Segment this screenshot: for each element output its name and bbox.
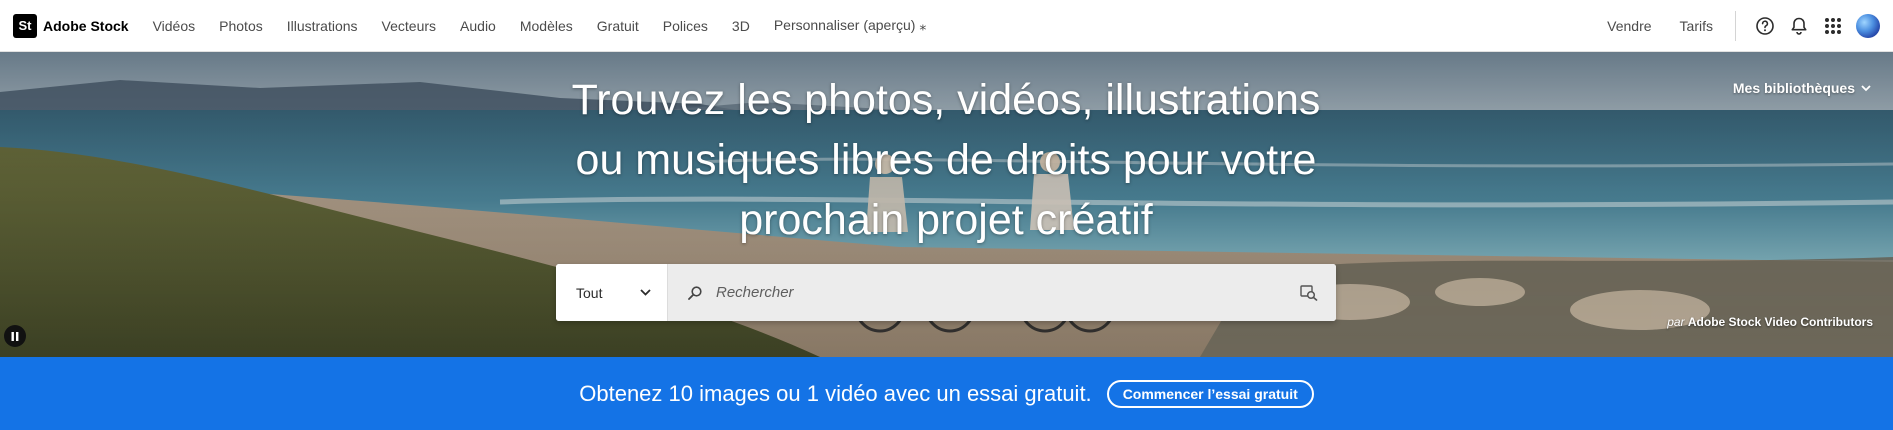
nav-item-vectors[interactable]: Vecteurs <box>382 18 436 34</box>
credit-prefix: par <box>1667 315 1685 329</box>
apps-button[interactable] <box>1816 9 1850 43</box>
my-libraries-label: Mes bibliothèques <box>1732 80 1855 96</box>
top-navigation: St Adobe Stock Vidéos Photos Illustratio… <box>0 0 1893 52</box>
nav-item-videos[interactable]: Vidéos <box>153 18 196 34</box>
nav-item-templates[interactable]: Modèles <box>520 18 573 34</box>
hero-section: Trouvez les photos, vidéos, illustration… <box>0 52 1893 357</box>
help-icon <box>1756 16 1774 35</box>
free-trial-text: Obtenez 10 images ou 1 vidéo avec un ess… <box>579 380 1092 406</box>
brand-name: Adobe Stock <box>43 17 129 34</box>
user-avatar[interactable] <box>1856 13 1880 38</box>
search-input[interactable] <box>714 283 1300 302</box>
nav-item-illustrations[interactable]: Illustrations <box>287 18 358 34</box>
notifications-button[interactable] <box>1782 9 1816 43</box>
apps-grid-icon <box>1825 17 1841 34</box>
search-icon <box>688 285 702 300</box>
nav-item-customize-preview[interactable]: Personnaliser (aperçu) ⁎ <box>774 17 927 34</box>
media-credit: par Adobe Stock Video Contributors <box>1667 315 1873 329</box>
nav-divider <box>1735 10 1736 41</box>
my-libraries-button[interactable]: Mes bibliothèques <box>1733 80 1871 96</box>
start-free-trial-button[interactable]: Commencer l’essai gratuit <box>1106 379 1314 408</box>
pause-video-button[interactable] <box>4 325 26 347</box>
search-category-value: Tout <box>576 284 603 301</box>
chevron-down-icon <box>640 289 651 296</box>
pause-icon <box>11 331 19 341</box>
search-bar: Tout <box>556 264 1336 321</box>
brand-home-link[interactable]: St Adobe Stock <box>13 13 129 38</box>
nav-item-free[interactable]: Gratuit <box>597 18 639 34</box>
nav-item-fonts[interactable]: Polices <box>663 18 708 34</box>
bell-icon <box>1791 17 1807 35</box>
free-trial-banner: Obtenez 10 images ou 1 vidéo avec un ess… <box>0 357 1893 430</box>
search-field-container <box>668 264 1336 321</box>
nav-item-sell[interactable]: Vendre <box>1607 18 1651 34</box>
adobe-stock-logo: St <box>13 13 37 38</box>
nav-item-3d[interactable]: 3D <box>732 18 750 34</box>
nav-item-audio[interactable]: Audio <box>460 18 496 34</box>
help-button[interactable] <box>1748 9 1782 43</box>
chevron-down-icon <box>1861 84 1871 91</box>
nav-item-photos[interactable]: Photos <box>219 18 263 34</box>
credit-contributor-link[interactable]: Adobe Stock Video Contributors <box>1688 315 1873 329</box>
search-category-select[interactable]: Tout <box>556 264 668 321</box>
visual-search-icon[interactable] <box>1300 284 1318 301</box>
hero-title: Trouvez les photos, vidéos, illustration… <box>571 76 1321 244</box>
nav-item-pricing[interactable]: Tarifs <box>1680 18 1713 34</box>
nav-right-group: Vendre Tarifs <box>1593 0 1893 51</box>
